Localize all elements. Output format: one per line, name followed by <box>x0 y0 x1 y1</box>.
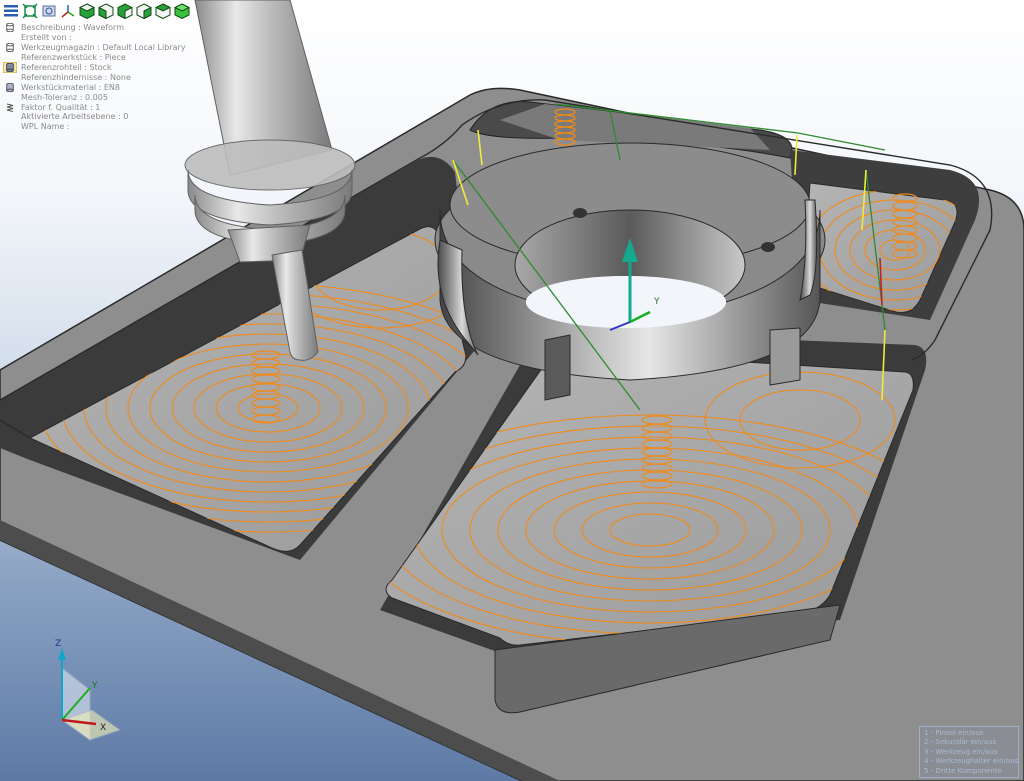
view-cube-side-icon[interactable] <box>135 2 153 20</box>
world-axis-triad: Z Y X <box>55 639 122 741</box>
info-row: Werkstückmaterial : EN8 <box>4 82 186 92</box>
cylinder-outline-icon[interactable] <box>4 82 16 92</box>
info-row: Mesh-Toleranz : 0.005 <box>4 92 186 102</box>
menu-icon[interactable] <box>2 2 20 20</box>
info-row: Erstellt von : <box>4 33 186 43</box>
view-cube-iso-icon[interactable] <box>78 2 96 20</box>
info-material: Werkstückmaterial : EN8 <box>21 82 120 92</box>
info-reference-obstacles: Referenzhindernisse : None <box>21 72 131 82</box>
info-wpl-name: WPL Name : <box>21 122 70 132</box>
display-toggle-legend: 1 - Pinsel ein/aus 2 - Sekundär ein/aus … <box>919 726 1019 778</box>
info-row: Referenzhindernisse : None <box>4 72 186 82</box>
info-row: Faktor f. Qualität : 1 <box>4 102 186 112</box>
world-axis-y-label: Y <box>91 681 98 691</box>
toolpath-info-panel: Beschreibung : Waveform Erstellt von : W… <box>3 23 186 132</box>
info-quality-factor: Faktor f. Qualität : 1 <box>21 102 101 112</box>
info-work-plane: Aktivierte Arbeitsebene : 0 <box>21 112 129 122</box>
info-tool-library: Werkzeugmagazin : Default Local Library <box>21 43 186 53</box>
axis-view-icon[interactable] <box>59 2 77 20</box>
fit-view-icon[interactable] <box>21 2 39 20</box>
info-row: Referenzrohteil : Stock <box>3 62 186 73</box>
legend-item: 2 - Sekundär ein/aus <box>924 738 997 747</box>
world-axis-x-label: X <box>100 723 106 733</box>
cylinder-outline-icon[interactable] <box>4 23 16 33</box>
cam-viewport[interactable]: Y Z Y X Beschreibung: Waveform Erstellt… <box>0 0 1024 781</box>
legend-item: 3 - Werkzeug ein/aus <box>924 747 998 756</box>
legend-item: 1 - Pinsel ein/aus <box>924 729 984 737</box>
info-created-by: Erstellt von : <box>21 33 72 43</box>
view-cube-top-icon[interactable] <box>116 2 134 20</box>
view-cube-shaded-icon[interactable] <box>173 2 191 20</box>
info-description: Beschreibung : Waveform <box>21 23 124 33</box>
view-cube-back-icon[interactable] <box>154 2 172 20</box>
info-reference-part: Referenzwerkstück : Piece <box>21 53 126 63</box>
info-row: Werkzeugmagazin : Default Local Library <box>4 43 186 53</box>
info-row: WPL Name : <box>4 122 186 132</box>
cylinder-filled-icon[interactable] <box>3 62 17 73</box>
view-cube-front-icon[interactable] <box>97 2 115 20</box>
zoom-icon[interactable] <box>40 2 58 20</box>
info-mesh-tolerance: Mesh-Toleranz : 0.005 <box>21 92 108 102</box>
info-row: Referenzwerkstück : Piece <box>4 53 186 63</box>
info-reference-stock: Referenzrohteil : Stock <box>21 63 112 72</box>
world-axis-z-label: Z <box>55 639 61 649</box>
info-row: Beschreibung : Waveform <box>4 23 186 33</box>
legend-item: 5 - Dritte Komponente <box>924 766 1002 775</box>
legend-item: 4 - Werkzeughalter ein/aus <box>924 757 1019 766</box>
info-row: Aktivierte Arbeitsebene : 0 <box>4 112 186 122</box>
cylinder-outline-icon[interactable] <box>4 43 16 53</box>
spring-icon[interactable] <box>4 103 16 112</box>
origin-triad-y-label: Y <box>653 297 660 307</box>
